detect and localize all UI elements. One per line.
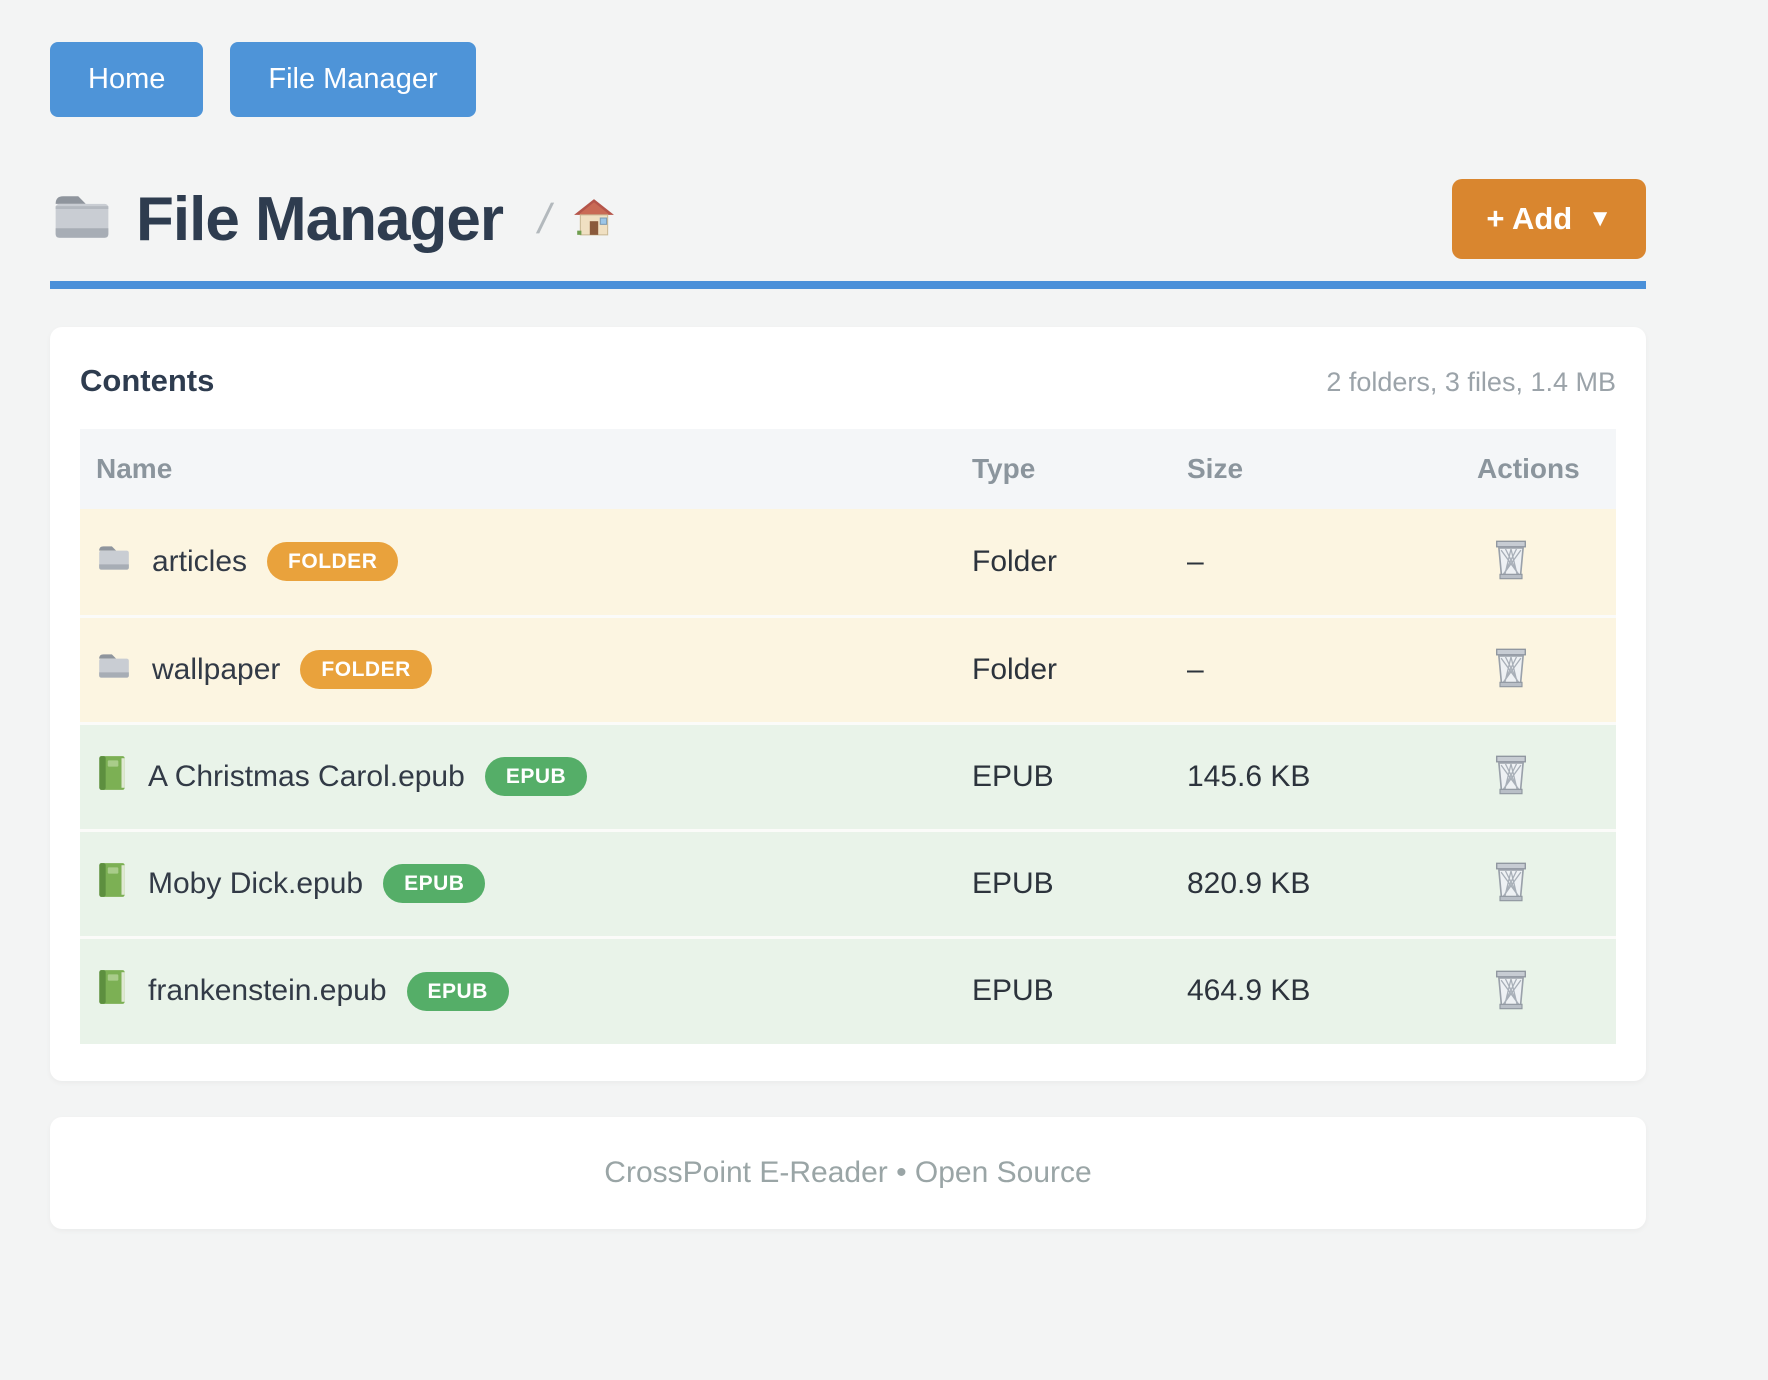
footer-text: CrossPoint E-Reader • Open Source (604, 1156, 1091, 1190)
book-icon (96, 968, 128, 1014)
type-badge: EPUB (407, 972, 509, 1011)
book-icon (96, 861, 128, 907)
trash-icon (1491, 860, 1531, 907)
page: Home File Manager File Manager / (50, 0, 1646, 1229)
folder-icon (50, 190, 114, 249)
contents-title: Contents (80, 363, 214, 399)
size-cell: 464.9 KB (1171, 937, 1461, 1044)
file-link[interactable]: A Christmas Carol.epub (148, 760, 465, 794)
table-row: frankenstein.epub EPUB EPUB 464.9 KB (80, 937, 1616, 1044)
table-row: articles FOLDER Folder – (80, 509, 1616, 616)
file-link[interactable]: Moby Dick.epub (148, 867, 363, 901)
top-nav: Home File Manager (50, 42, 1646, 117)
delete-button[interactable] (1491, 538, 1531, 585)
type-cell: EPUB (956, 723, 1171, 830)
table-header-row: Name Type Size Actions (80, 429, 1616, 509)
type-badge: EPUB (485, 757, 587, 796)
caret-down-icon: ▼ (1588, 205, 1612, 233)
folder-icon (96, 543, 132, 581)
table-row: wallpaper FOLDER Folder – (80, 616, 1616, 723)
delete-button[interactable] (1491, 753, 1531, 800)
type-badge: FOLDER (267, 542, 398, 581)
home-icon[interactable] (573, 198, 615, 241)
file-link[interactable]: wallpaper (152, 653, 280, 687)
size-cell: 820.9 KB (1171, 830, 1461, 937)
footer: CrossPoint E-Reader • Open Source (50, 1117, 1646, 1229)
delete-button[interactable] (1491, 646, 1531, 693)
file-table: Name Type Size Actions (80, 429, 1616, 1044)
book-icon (96, 754, 128, 800)
size-cell: – (1171, 616, 1461, 723)
size-cell: – (1171, 509, 1461, 616)
column-header-name: Name (80, 429, 956, 509)
trash-icon (1491, 968, 1531, 1015)
type-cell: Folder (956, 616, 1171, 723)
contents-summary: 2 folders, 3 files, 1.4 MB (1326, 367, 1616, 398)
table-row: Moby Dick.epub EPUB EPUB 820.9 KB (80, 830, 1616, 937)
contents-card-header: Contents 2 folders, 3 files, 1.4 MB (80, 363, 1616, 399)
column-header-actions: Actions (1461, 429, 1616, 509)
trash-icon (1491, 538, 1531, 585)
size-cell: 145.6 KB (1171, 723, 1461, 830)
trash-icon (1491, 646, 1531, 693)
type-cell: EPUB (956, 937, 1171, 1044)
nav-file-manager-button[interactable]: File Manager (230, 42, 475, 117)
page-title: File Manager (136, 184, 503, 255)
page-header: File Manager / + Add ▼ (50, 179, 1646, 259)
file-link[interactable]: articles (152, 545, 247, 579)
type-cell: EPUB (956, 830, 1171, 937)
nav-home-button[interactable]: Home (50, 42, 203, 117)
add-button[interactable]: + Add ▼ (1452, 179, 1646, 259)
delete-button[interactable] (1491, 860, 1531, 907)
column-header-type: Type (956, 429, 1171, 509)
table-row: A Christmas Carol.epub EPUB EPUB 145.6 K… (80, 723, 1616, 830)
add-button-label: + Add (1486, 201, 1572, 237)
delete-button[interactable] (1491, 968, 1531, 1015)
column-header-size: Size (1171, 429, 1461, 509)
type-badge: EPUB (383, 864, 485, 903)
type-cell: Folder (956, 509, 1171, 616)
trash-icon (1491, 753, 1531, 800)
header-divider (50, 281, 1646, 289)
file-link[interactable]: frankenstein.epub (148, 974, 387, 1008)
title-group: File Manager / (50, 184, 615, 255)
type-badge: FOLDER (300, 650, 431, 689)
folder-icon (96, 651, 132, 689)
breadcrumb-separator: / (534, 195, 556, 243)
contents-card: Contents 2 folders, 3 files, 1.4 MB Name… (50, 327, 1646, 1081)
